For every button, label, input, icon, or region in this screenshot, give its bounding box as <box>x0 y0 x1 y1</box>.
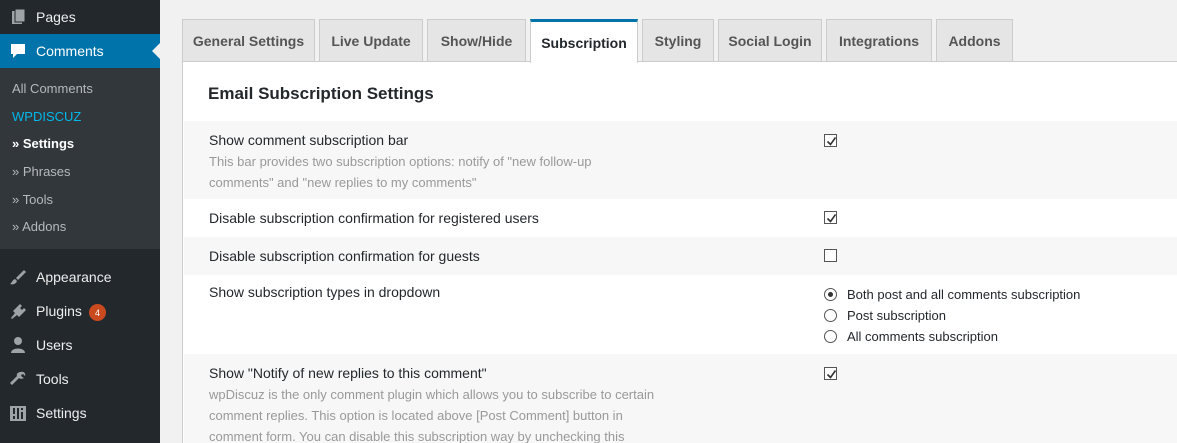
paintbrush-icon <box>9 269 27 285</box>
menu-item-users[interactable]: Users <box>0 328 160 362</box>
wrench-icon <box>9 371 27 387</box>
menu-label-settings: Settings <box>36 405 87 421</box>
tab-integrations[interactable]: Integrations <box>826 19 932 61</box>
setting-row-registered-confirmation: Disable subscription confirmation for re… <box>184 199 1177 237</box>
submenu-phrases[interactable]: » Phrases <box>12 164 71 179</box>
registered-confirmation-checkbox[interactable] <box>824 211 837 224</box>
plug-icon <box>9 303 27 319</box>
menu-label-appearance: Appearance <box>36 269 112 285</box>
setting-description: This bar provides two subscription optio… <box>209 154 592 190</box>
radio-button[interactable] <box>824 330 837 343</box>
submenu-all-comments[interactable]: All Comments <box>12 81 93 96</box>
setting-row-notify-replies: Show "Notify of new replies to this comm… <box>184 354 1177 443</box>
setting-row-subscription-bar: Show comment subscription bar This bar p… <box>184 121 1177 199</box>
setting-label: Show subscription types in dropdown <box>209 284 441 300</box>
radio-label: Both post and all comments subscription <box>847 287 1081 302</box>
tab-addons[interactable]: Addons <box>936 19 1013 61</box>
submenu-settings[interactable]: » Settings <box>12 136 74 151</box>
admin-sidebar: Pages Comments All Comments wpDiscuz » S… <box>0 0 160 443</box>
setting-row-guest-confirmation: Disable subscription confirmation for gu… <box>184 237 1177 275</box>
menu-item-plugins[interactable]: Plugins 4 <box>0 294 160 328</box>
radio-label: All comments subscription <box>847 329 998 344</box>
settings-sliders-icon <box>9 405 27 421</box>
pages-icon <box>9 8 27 25</box>
menu-label-users: Users <box>36 337 73 353</box>
panel-title: Email Subscription Settings <box>208 84 434 103</box>
subscription-bar-checkbox[interactable] <box>824 134 837 147</box>
menu-label-tools: Tools <box>36 371 69 387</box>
tab-show-hide[interactable]: Show/Hide <box>427 19 526 61</box>
submenu-addons[interactable]: » Addons <box>12 219 66 234</box>
tab-social-login[interactable]: Social Login <box>718 19 822 61</box>
submenu-wpdiscuz[interactable]: wpDiscuz <box>12 109 81 124</box>
comment-bubble-icon <box>9 43 27 59</box>
menu-item-appearance[interactable]: Appearance <box>0 260 160 294</box>
setting-label: Show "Notify of new replies to this comm… <box>209 365 487 381</box>
menu-label-pages: Pages <box>36 9 76 25</box>
radio-label: Post subscription <box>847 308 946 323</box>
tab-live-update[interactable]: Live Update <box>319 19 423 61</box>
setting-label: Disable subscription confirmation for gu… <box>209 248 480 264</box>
plugins-update-badge: 4 <box>89 304 106 321</box>
comments-submenu: All Comments wpDiscuz » Settings » Phras… <box>0 68 160 249</box>
submenu-tools[interactable]: » Tools <box>12 192 53 207</box>
tab-subscription[interactable]: Subscription <box>530 19 638 63</box>
radio-button-selected[interactable] <box>824 288 837 301</box>
tab-styling[interactable]: Styling <box>642 19 714 61</box>
radio-all-comments-subscription[interactable]: All comments subscription <box>824 329 998 344</box>
radio-post-subscription[interactable]: Post subscription <box>824 308 946 323</box>
menu-item-tools[interactable]: Tools <box>0 362 160 396</box>
radio-button[interactable] <box>824 309 837 322</box>
radio-both-subscription[interactable]: Both post and all comments subscription <box>824 287 1080 302</box>
menu-label-plugins: Plugins <box>36 303 82 319</box>
setting-label: Disable subscription confirmation for re… <box>209 210 539 226</box>
menu-item-comments[interactable]: Comments <box>0 34 160 68</box>
user-icon <box>9 337 27 353</box>
setting-row-subscription-types: Show subscription types in dropdown Both… <box>184 275 1177 354</box>
notify-replies-checkbox[interactable] <box>824 367 837 380</box>
settings-panel: Email Subscription Settings Show comment… <box>182 61 1177 443</box>
guest-confirmation-checkbox[interactable] <box>824 249 837 262</box>
menu-item-settings[interactable]: Settings <box>0 396 160 430</box>
menu-label-comments: Comments <box>36 43 104 59</box>
tab-general-settings[interactable]: General Settings <box>182 19 315 61</box>
setting-label: Show comment subscription bar <box>209 132 409 148</box>
menu-item-pages[interactable]: Pages <box>0 0 160 34</box>
setting-description: wpDiscuz is the only comment plugin whic… <box>209 387 655 443</box>
